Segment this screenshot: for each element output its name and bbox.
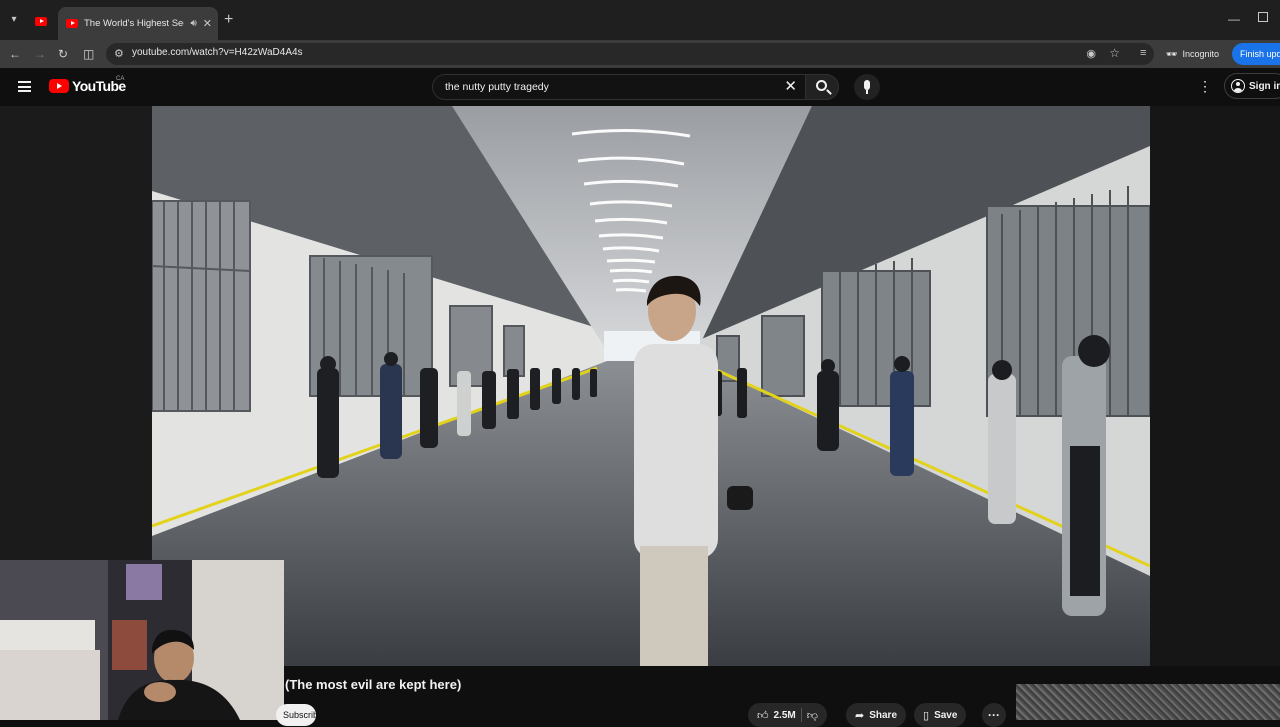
youtube-logo-icon [49, 79, 69, 93]
country-code: CA [116, 76, 125, 82]
site-info-icon[interactable]: ⚙ [114, 47, 124, 60]
tab-search-chevron-icon[interactable]: ▾ [6, 12, 22, 28]
video-title: (The most evil are kept here) [285, 677, 462, 692]
url-text[interactable]: youtube.com/watch?v=H42zWaD4A4s [132, 47, 303, 58]
reading-list-icon[interactable]: ≡ [1140, 47, 1146, 59]
browser-tab-bar: ▾ The World's Highest Security 🔊︎ ✕ + — [0, 0, 1280, 40]
like-count[interactable]: 2.5M [774, 710, 796, 721]
pinned-tab-youtube[interactable] [28, 10, 54, 32]
search-button[interactable] [805, 74, 839, 100]
video-player[interactable] [152, 106, 1150, 666]
search-icon [816, 80, 827, 91]
sign-in-button[interactable]: Sign in [1224, 73, 1280, 99]
youtube-favicon-icon [35, 16, 47, 26]
obscured-region [1016, 684, 1280, 720]
voice-search-button[interactable] [854, 74, 880, 100]
side-panel-icon[interactable]: ◫ [83, 46, 94, 62]
ambient-right [1150, 106, 1280, 666]
restore-window-icon[interactable] [1258, 12, 1268, 22]
finish-update-button[interactable]: Finish update [1232, 43, 1280, 65]
webcam-frame [0, 560, 284, 720]
settings-kebab-icon[interactable]: ⋮ [1198, 79, 1212, 93]
new-tab-plus-icon[interactable]: + [224, 12, 233, 28]
back-arrow-icon[interactable]: ← [9, 46, 21, 62]
save-button[interactable]: ▯ Save [914, 703, 967, 727]
youtube-logo[interactable]: YouTube [49, 78, 126, 94]
video-frame [152, 106, 1150, 666]
search-input[interactable]: the nutty putty tragedy ✕ [432, 74, 806, 100]
clear-search-icon[interactable]: ✕ [784, 78, 797, 96]
ambient-left [0, 106, 152, 560]
youtube-favicon-icon [66, 19, 78, 28]
subscribe-button[interactable]: Subscribe [276, 704, 316, 726]
incognito-label: Incognito [1182, 49, 1219, 59]
more-actions-icon[interactable]: ··· [982, 703, 1006, 727]
share-button[interactable]: ➦ Share [846, 703, 907, 727]
forward-arrow-icon[interactable]: → [34, 46, 46, 62]
speaker-icon[interactable]: 🔊︎ [190, 18, 196, 29]
save-label: Save [934, 709, 958, 721]
incognito-indicator[interactable]: 🕶︎ Incognito [1166, 44, 1219, 64]
minimize-window-icon[interactable]: — [1228, 12, 1240, 26]
youtube-masthead: YouTube CA the nutty putty tragedy ✕ ⋮ S… [0, 68, 1280, 106]
bookmark-star-icon[interactable]: ☆ [1109, 46, 1120, 60]
browser-toolbar: ← → ↻ ◫ ⚙ youtube.com/watch?v=H42zWaD4A4… [0, 40, 1280, 68]
microphone-icon [864, 80, 870, 94]
search-query-text[interactable]: the nutty putty tragedy [445, 81, 549, 93]
tracking-protection-eye-icon[interactable]: ◉ [1086, 47, 1096, 60]
account-icon [1231, 79, 1245, 93]
guide-menu-icon[interactable] [18, 81, 31, 92]
sign-in-label: Sign in [1249, 80, 1280, 92]
share-label: Share [869, 709, 898, 721]
active-tab[interactable]: The World's Highest Security 🔊︎ ✕ [58, 7, 218, 40]
incognito-icon: 🕶︎ [1166, 48, 1178, 59]
address-bar[interactable]: ⚙ youtube.com/watch?v=H42zWaD4A4s ◉ ☆ [106, 43, 1154, 65]
webcam-overlay [0, 560, 284, 720]
tab-title: The World's Highest Security [84, 18, 184, 29]
reload-icon[interactable]: ↻ [58, 46, 68, 62]
like-dislike-group: 👍︎ 2.5M 👎︎ [748, 703, 827, 727]
close-tab-icon[interactable]: ✕ [203, 17, 212, 30]
